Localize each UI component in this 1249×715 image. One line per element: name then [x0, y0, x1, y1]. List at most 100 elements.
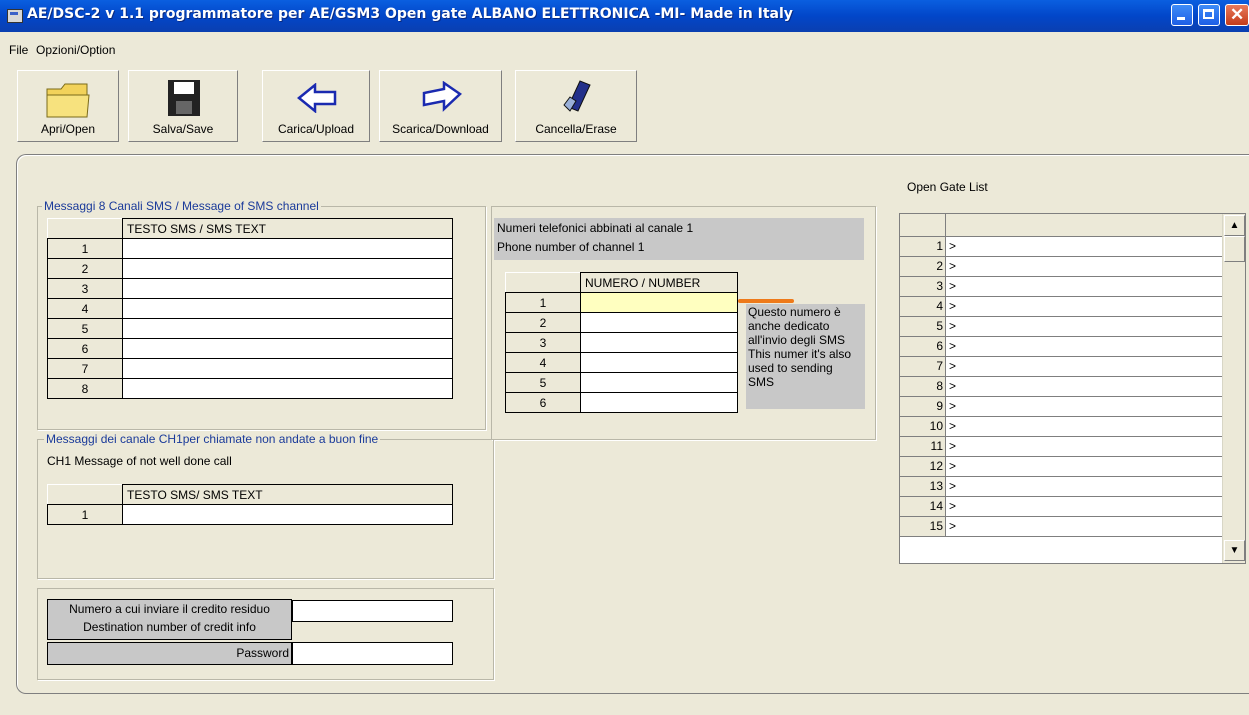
open-button[interactable]: Apri/Open [17, 70, 119, 142]
sms-channels-title: Messaggi 8 Canali SMS / Message of SMS c… [42, 199, 321, 213]
download-label: Scarica/Download [392, 122, 489, 136]
sms-text-cell[interactable] [122, 298, 453, 319]
failed-call-subtitle: CH1 Message of not well done call [47, 454, 232, 468]
gate-row-value[interactable]: > [949, 257, 956, 276]
scroll-up-button[interactable]: ▲ [1224, 215, 1245, 236]
failed-call-title: Messaggi dei canale CH1per chiamate non … [44, 432, 381, 446]
credit-number-label: Numero a cui inviare il credito residuo … [47, 599, 292, 640]
gate-row-value[interactable]: > [949, 457, 956, 476]
open-label: Apri/Open [40, 122, 96, 136]
upload-button[interactable]: Carica/Upload [262, 70, 370, 142]
gate-row-value[interactable]: > [949, 357, 956, 376]
maximize-button[interactable] [1198, 4, 1220, 26]
gate-row-value[interactable]: > [949, 397, 956, 416]
phone-number-cell[interactable] [580, 352, 738, 373]
table-row: 5 [47, 318, 453, 339]
gate-row-number: 2 [900, 257, 946, 276]
list-item[interactable]: 13 > [900, 477, 1222, 497]
title-bar: AE/DSC-2 v 1.1 programmatore per AE/GSM3… [0, 0, 1249, 32]
credit-number-input[interactable] [292, 600, 453, 622]
table-row: 1 [47, 238, 453, 259]
list-item[interactable]: 6 > [900, 337, 1222, 357]
list-item[interactable]: 1 > [900, 237, 1222, 257]
password-input[interactable] [292, 642, 453, 665]
sms-text-cell[interactable] [122, 258, 453, 279]
list-item[interactable]: 15 > [900, 517, 1222, 537]
gate-row-value[interactable]: > [949, 337, 956, 356]
menu-options[interactable]: Opzioni/Option [36, 43, 115, 57]
gate-row-number: 1 [900, 237, 946, 256]
menu-file[interactable]: File [9, 43, 28, 57]
gate-row-value[interactable]: > [949, 437, 956, 456]
gate-row-value[interactable]: > [949, 497, 956, 516]
phone-number-cell[interactable] [580, 312, 738, 333]
gate-row-value[interactable]: > [949, 417, 956, 436]
list-item[interactable]: 12 > [900, 457, 1222, 477]
save-button[interactable]: Salva/Save [128, 70, 238, 142]
list-item[interactable]: 5 > [900, 317, 1222, 337]
close-icon: ✕ [1230, 5, 1245, 24]
sms-text-cell[interactable] [122, 378, 453, 399]
download-button[interactable]: Scarica/Download [379, 70, 502, 142]
sms-text-cell[interactable] [122, 318, 453, 339]
table-row: 3 [505, 332, 738, 353]
gate-row-number: 12 [900, 457, 946, 476]
scroll-down-button[interactable]: ▼ [1224, 540, 1245, 561]
gate-row-value[interactable]: > [949, 477, 956, 496]
gate-row-value[interactable]: > [949, 377, 956, 396]
phone-number-cell[interactable] [580, 332, 738, 353]
gate-row-number: 9 [900, 397, 946, 416]
phone-numbers-caption: Numeri telefonici abbinati al canale 1 P… [494, 218, 864, 260]
table-row: 8 [47, 378, 453, 399]
scroll-thumb[interactable] [1224, 236, 1245, 262]
sms-text-cell[interactable] [122, 338, 453, 359]
app-icon[interactable] [7, 9, 23, 23]
list-item[interactable]: 11 > [900, 437, 1222, 457]
sms-text-cell[interactable] [122, 358, 453, 379]
minimize-button[interactable] [1171, 4, 1193, 26]
gate-row-number: 11 [900, 437, 946, 456]
sms-text-cell[interactable] [122, 238, 453, 259]
arrow-left-icon [297, 83, 337, 113]
open-gate-scrollbar[interactable]: ▲ ▼ [1222, 214, 1245, 563]
gate-row-value[interactable]: > [949, 237, 956, 256]
table-row: 3 [47, 278, 453, 299]
open-gate-header [900, 214, 1222, 237]
list-item[interactable]: 10 > [900, 417, 1222, 437]
sms-text-cell[interactable] [122, 278, 453, 299]
sms-header: TESTO SMS / SMS TEXT [122, 218, 453, 239]
list-item[interactable]: 2 > [900, 257, 1222, 277]
close-button[interactable]: ✕ [1225, 4, 1249, 26]
table-row: 5 [505, 372, 738, 393]
list-item[interactable]: 4 > [900, 297, 1222, 317]
gate-row-number: 6 [900, 337, 946, 356]
list-item[interactable]: 9 > [900, 397, 1222, 417]
table-row: 4 [47, 298, 453, 319]
list-item[interactable]: 3 > [900, 277, 1222, 297]
gate-row-value[interactable]: > [949, 317, 956, 336]
folder-icon [46, 83, 90, 118]
upload-label: Carica/Upload [277, 122, 355, 136]
phone-number-cell[interactable] [580, 292, 738, 313]
gate-row-value[interactable]: > [949, 297, 956, 316]
failed-call-text-cell[interactable] [122, 504, 453, 525]
list-item[interactable]: 8 > [900, 377, 1222, 397]
list-item[interactable]: 7 > [900, 357, 1222, 377]
list-item[interactable]: 14 > [900, 497, 1222, 517]
gate-row-number: 15 [900, 517, 946, 536]
gate-row-number: 8 [900, 377, 946, 396]
phone-number-cell[interactable] [580, 392, 738, 413]
gate-row-value[interactable]: > [949, 277, 956, 296]
table-row: 6 [505, 392, 738, 413]
table-row: 1 [505, 292, 738, 313]
sms-channels-grid: TESTO SMS / SMS TEXT 1 2 3 4 5 6 7 8 [47, 218, 453, 399]
password-label: Password [47, 642, 292, 665]
gate-row-value[interactable]: > [949, 517, 956, 536]
erase-button[interactable]: Cancella/Erase [515, 70, 637, 142]
open-gate-list: 1 >2 >3 >4 >5 >6 >7 >8 >9 >10 >11 >12 >13 >14 >15 > ▲ ▼ [899, 213, 1246, 564]
table-row: 4 [505, 352, 738, 373]
phone-number-cell[interactable] [580, 372, 738, 393]
save-label: Salva/Save [152, 122, 214, 136]
gate-row-number: 14 [900, 497, 946, 516]
gate-row-number: 13 [900, 477, 946, 496]
